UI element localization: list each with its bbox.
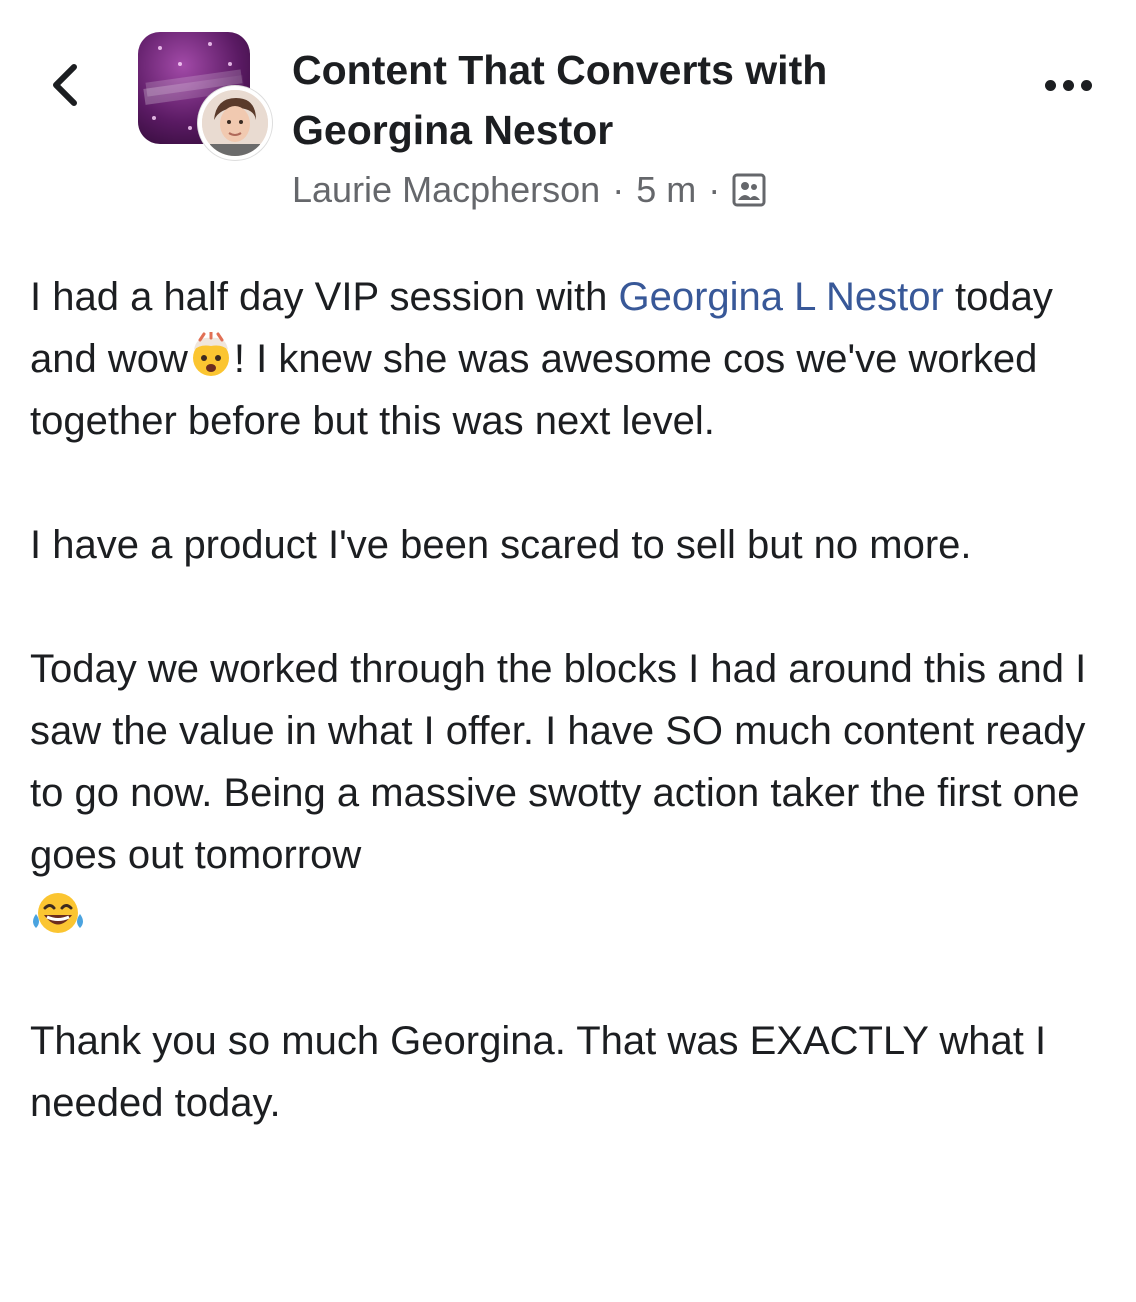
- chevron-left-icon: [53, 64, 77, 106]
- author-avatar[interactable]: [198, 86, 272, 160]
- person-photo: [202, 90, 268, 156]
- post-text: I had a half day VIP session with Georgi…: [30, 266, 1120, 1134]
- more-options-button[interactable]: [1028, 60, 1108, 110]
- more-horizontal-icon: [1044, 79, 1056, 91]
- post-paragraph: Today we worked through the blocks I had…: [30, 638, 1120, 948]
- meta-separator: ·: [708, 169, 721, 210]
- avatar-stack[interactable]: [138, 32, 272, 162]
- group-members-icon: [732, 173, 766, 207]
- post-meta: Laurie Macpherson · 5 m ·: [292, 166, 766, 214]
- author-name-link[interactable]: Laurie Macpherson: [292, 169, 600, 211]
- group-name-link[interactable]: Content That Converts with Georgina Nest…: [292, 40, 992, 160]
- back-button[interactable]: [40, 50, 90, 120]
- post-paragraph: Thank you so much Georgina. That was EXA…: [30, 1019, 1047, 1125]
- mention-link[interactable]: Georgina L Nestor: [619, 275, 944, 319]
- meta-separator: ·: [612, 169, 625, 210]
- tears-of-joy-emoji-icon: [33, 893, 83, 933]
- post-paragraph: I have a product I've been scared to sel…: [30, 523, 972, 567]
- post-timestamp[interactable]: 5 m: [636, 169, 696, 211]
- post-paragraph: I had a half day VIP session with Georgi…: [30, 275, 1053, 443]
- post-header: Content That Converts with Georgina Nest…: [0, 0, 1136, 240]
- exploding-head-emoji-icon: [192, 332, 229, 376]
